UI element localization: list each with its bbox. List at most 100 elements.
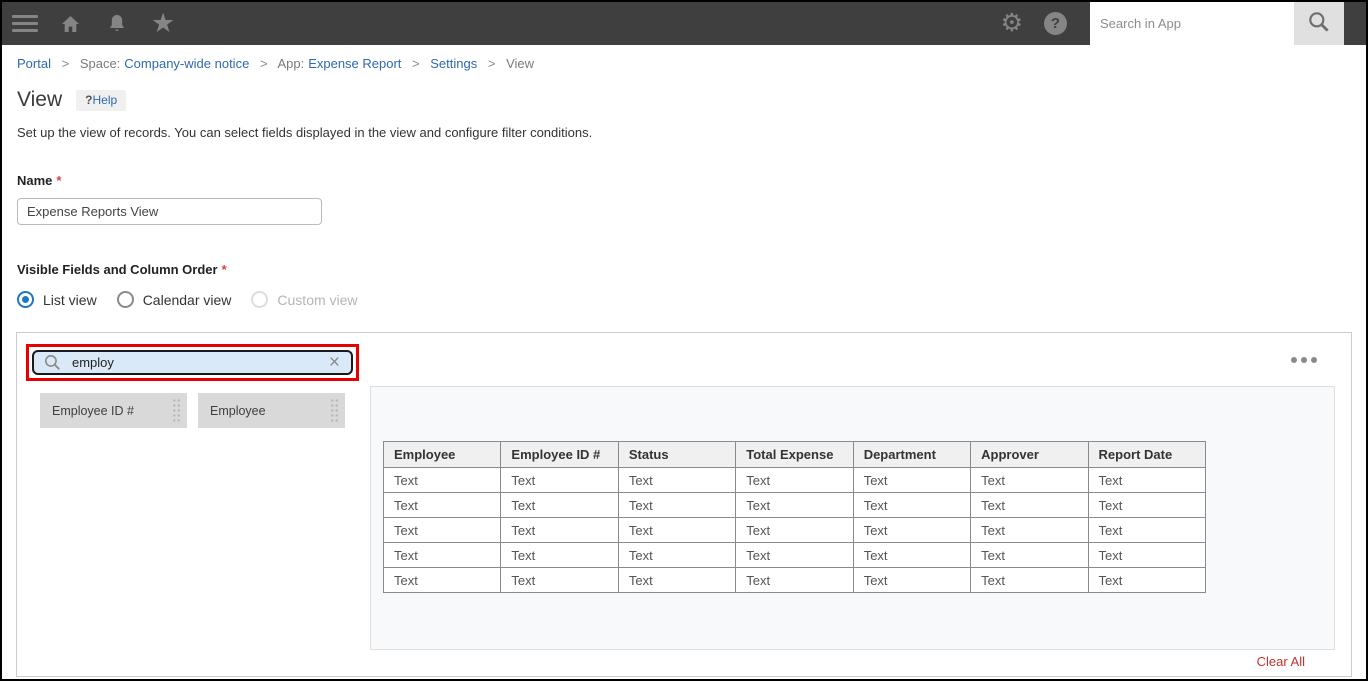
gear-icon[interactable]: ⚙ bbox=[1001, 11, 1023, 36]
field-chip-employee-id[interactable]: Employee ID # bbox=[40, 393, 187, 428]
preview-table-cell: Text bbox=[382, 492, 502, 518]
preview-table-cell: Text bbox=[852, 542, 972, 568]
red-annotation-highlight: × bbox=[26, 344, 359, 381]
preview-column-header: Status bbox=[617, 441, 737, 468]
breadcrumb-link-app[interactable]: Expense Report bbox=[308, 56, 401, 71]
top-navigation-bar: ★ ⚙ ? bbox=[2, 2, 1366, 45]
field-chip-label: Employee bbox=[210, 403, 266, 418]
breadcrumb-link-settings[interactable]: Settings bbox=[430, 56, 477, 71]
page-description: Set up the view of records. You can sele… bbox=[17, 125, 593, 140]
clear-search-icon[interactable]: × bbox=[327, 353, 342, 372]
breadcrumb-prefix-space: Space: bbox=[79, 56, 121, 71]
magnifier-icon bbox=[1306, 9, 1332, 38]
preview-table-cell: Text bbox=[382, 467, 502, 493]
field-chip-employee[interactable]: Employee bbox=[198, 393, 345, 428]
radio-calendar-view[interactable]: Calendar view bbox=[116, 291, 231, 308]
preview-column-header: Report Date bbox=[1087, 441, 1207, 468]
breadcrumb-prefix-app: App: bbox=[277, 56, 305, 71]
preview-table-cell: Text bbox=[970, 542, 1089, 568]
radio-button-icon[interactable] bbox=[116, 291, 134, 308]
preview-table-cell: Text bbox=[852, 492, 972, 518]
preview-table-cell: Text bbox=[382, 517, 502, 543]
preview-table-cell: Text bbox=[1087, 517, 1207, 543]
preview-table-cell: Text bbox=[735, 517, 854, 543]
breadcrumb-link-portal[interactable]: Portal bbox=[17, 56, 51, 71]
hamburger-menu-icon[interactable] bbox=[12, 15, 38, 32]
preview-table-cell: Text bbox=[1087, 567, 1207, 593]
breadcrumb: Portal > Space: Company-wide notice > App… bbox=[17, 56, 1366, 71]
preview-table-cell: Text bbox=[735, 492, 854, 518]
breadcrumb-separator: > bbox=[259, 56, 268, 71]
breadcrumb-link-space[interactable]: Company-wide notice bbox=[124, 56, 249, 71]
preview-column-header: Approver bbox=[970, 441, 1089, 468]
preview-table-cell: Text bbox=[617, 492, 737, 518]
preview-table-cell: Text bbox=[382, 542, 502, 568]
preview-table-cell: Text bbox=[382, 567, 502, 593]
breadcrumb-separator: > bbox=[61, 56, 70, 71]
preview-table-cell: Text bbox=[500, 517, 619, 543]
radio-list-view[interactable]: List view bbox=[17, 291, 97, 308]
breadcrumb-separator: > bbox=[487, 56, 496, 71]
view-type-radio-group: List view Calendar view Custom view bbox=[17, 291, 1366, 308]
more-options-icon[interactable] bbox=[1291, 357, 1317, 363]
preview-table-cell: Text bbox=[617, 567, 737, 593]
preview-table-cell: Text bbox=[1087, 467, 1207, 493]
breadcrumb-current-view: View bbox=[506, 56, 535, 71]
preview-table-cell: Text bbox=[500, 567, 619, 593]
preview-table-cell: Text bbox=[1087, 492, 1207, 518]
drag-handle-icon[interactable] bbox=[330, 398, 339, 423]
preview-table-cell: Text bbox=[500, 492, 619, 518]
radio-list-view-label: List view bbox=[43, 291, 97, 308]
help-link[interactable]: ?Help bbox=[76, 89, 127, 111]
preview-column-header: Total Expense bbox=[735, 441, 854, 468]
preview-table-row: Text Text Text Text Text Text Text bbox=[382, 467, 1207, 493]
preview-table: Employee Employee ID # Status Total Expense… bbox=[382, 441, 1207, 593]
field-chip-list: Employee ID # Employee bbox=[40, 393, 345, 428]
preview-table-cell: Text bbox=[852, 467, 972, 493]
app-settings-page: ★ ⚙ ? Portal > Space:Company-wide notice… bbox=[0, 0, 1368, 681]
preview-table-cell: Text bbox=[970, 467, 1089, 493]
preview-table-cell: Text bbox=[617, 467, 737, 493]
preview-table-cell: Text bbox=[970, 492, 1089, 518]
magnifier-icon bbox=[43, 353, 62, 372]
preview-table-cell: Text bbox=[735, 542, 854, 568]
preview-table-row: Text Text Text Text Text Text Text bbox=[382, 542, 1207, 568]
search-in-app-input[interactable] bbox=[1090, 2, 1294, 45]
radio-custom-view-label: Custom view bbox=[277, 291, 358, 308]
field-chip-label: Employee ID # bbox=[52, 403, 134, 418]
radio-custom-view: Custom view bbox=[251, 291, 358, 308]
name-field-label: Name * bbox=[17, 173, 62, 188]
radio-button-icon[interactable] bbox=[17, 291, 34, 308]
preview-table-cell: Text bbox=[500, 542, 619, 568]
bell-icon[interactable] bbox=[105, 12, 129, 36]
field-search-box[interactable]: × bbox=[32, 350, 353, 375]
help-link-label: Help bbox=[92, 92, 118, 107]
view-name-input[interactable] bbox=[17, 198, 322, 225]
preview-table-cell: Text bbox=[735, 567, 854, 593]
preview-column-header: Employee ID # bbox=[500, 441, 619, 468]
field-search-input[interactable] bbox=[72, 355, 327, 370]
help-circle-icon[interactable]: ? bbox=[1044, 12, 1067, 35]
preview-column-header: Department bbox=[852, 441, 972, 468]
view-preview-area: Employee Employee ID # Status Total Expense… bbox=[370, 386, 1335, 650]
page-title: View bbox=[17, 88, 63, 111]
preview-column-header: Employee bbox=[382, 441, 502, 468]
home-icon[interactable] bbox=[58, 12, 83, 36]
clear-all-link[interactable]: Clear All bbox=[1257, 654, 1305, 669]
drag-handle-icon[interactable] bbox=[172, 398, 181, 423]
preview-table-cell: Text bbox=[970, 517, 1089, 543]
preview-table-row: Text Text Text Text Text Text Text bbox=[382, 567, 1207, 593]
preview-table-row: Text Text Text Text Text Text Text bbox=[382, 492, 1207, 518]
preview-table-cell: Text bbox=[617, 517, 737, 543]
radio-button-icon bbox=[251, 291, 269, 308]
fields-configuration-panel: × Employee ID # Employee EmployeeEmploye… bbox=[16, 332, 1352, 677]
star-icon[interactable]: ★ bbox=[151, 10, 175, 37]
preview-table-cell: Text bbox=[970, 567, 1089, 593]
preview-table-cell: Text bbox=[735, 467, 854, 493]
preview-table-cell: Text bbox=[617, 542, 737, 568]
search-button[interactable] bbox=[1294, 2, 1344, 45]
preview-table-row: Text Text Text Text Text Text Text bbox=[382, 517, 1207, 543]
preview-table-cell: Text bbox=[500, 467, 619, 493]
breadcrumb-separator: > bbox=[412, 56, 420, 71]
preview-table-cell: Text bbox=[852, 567, 972, 593]
